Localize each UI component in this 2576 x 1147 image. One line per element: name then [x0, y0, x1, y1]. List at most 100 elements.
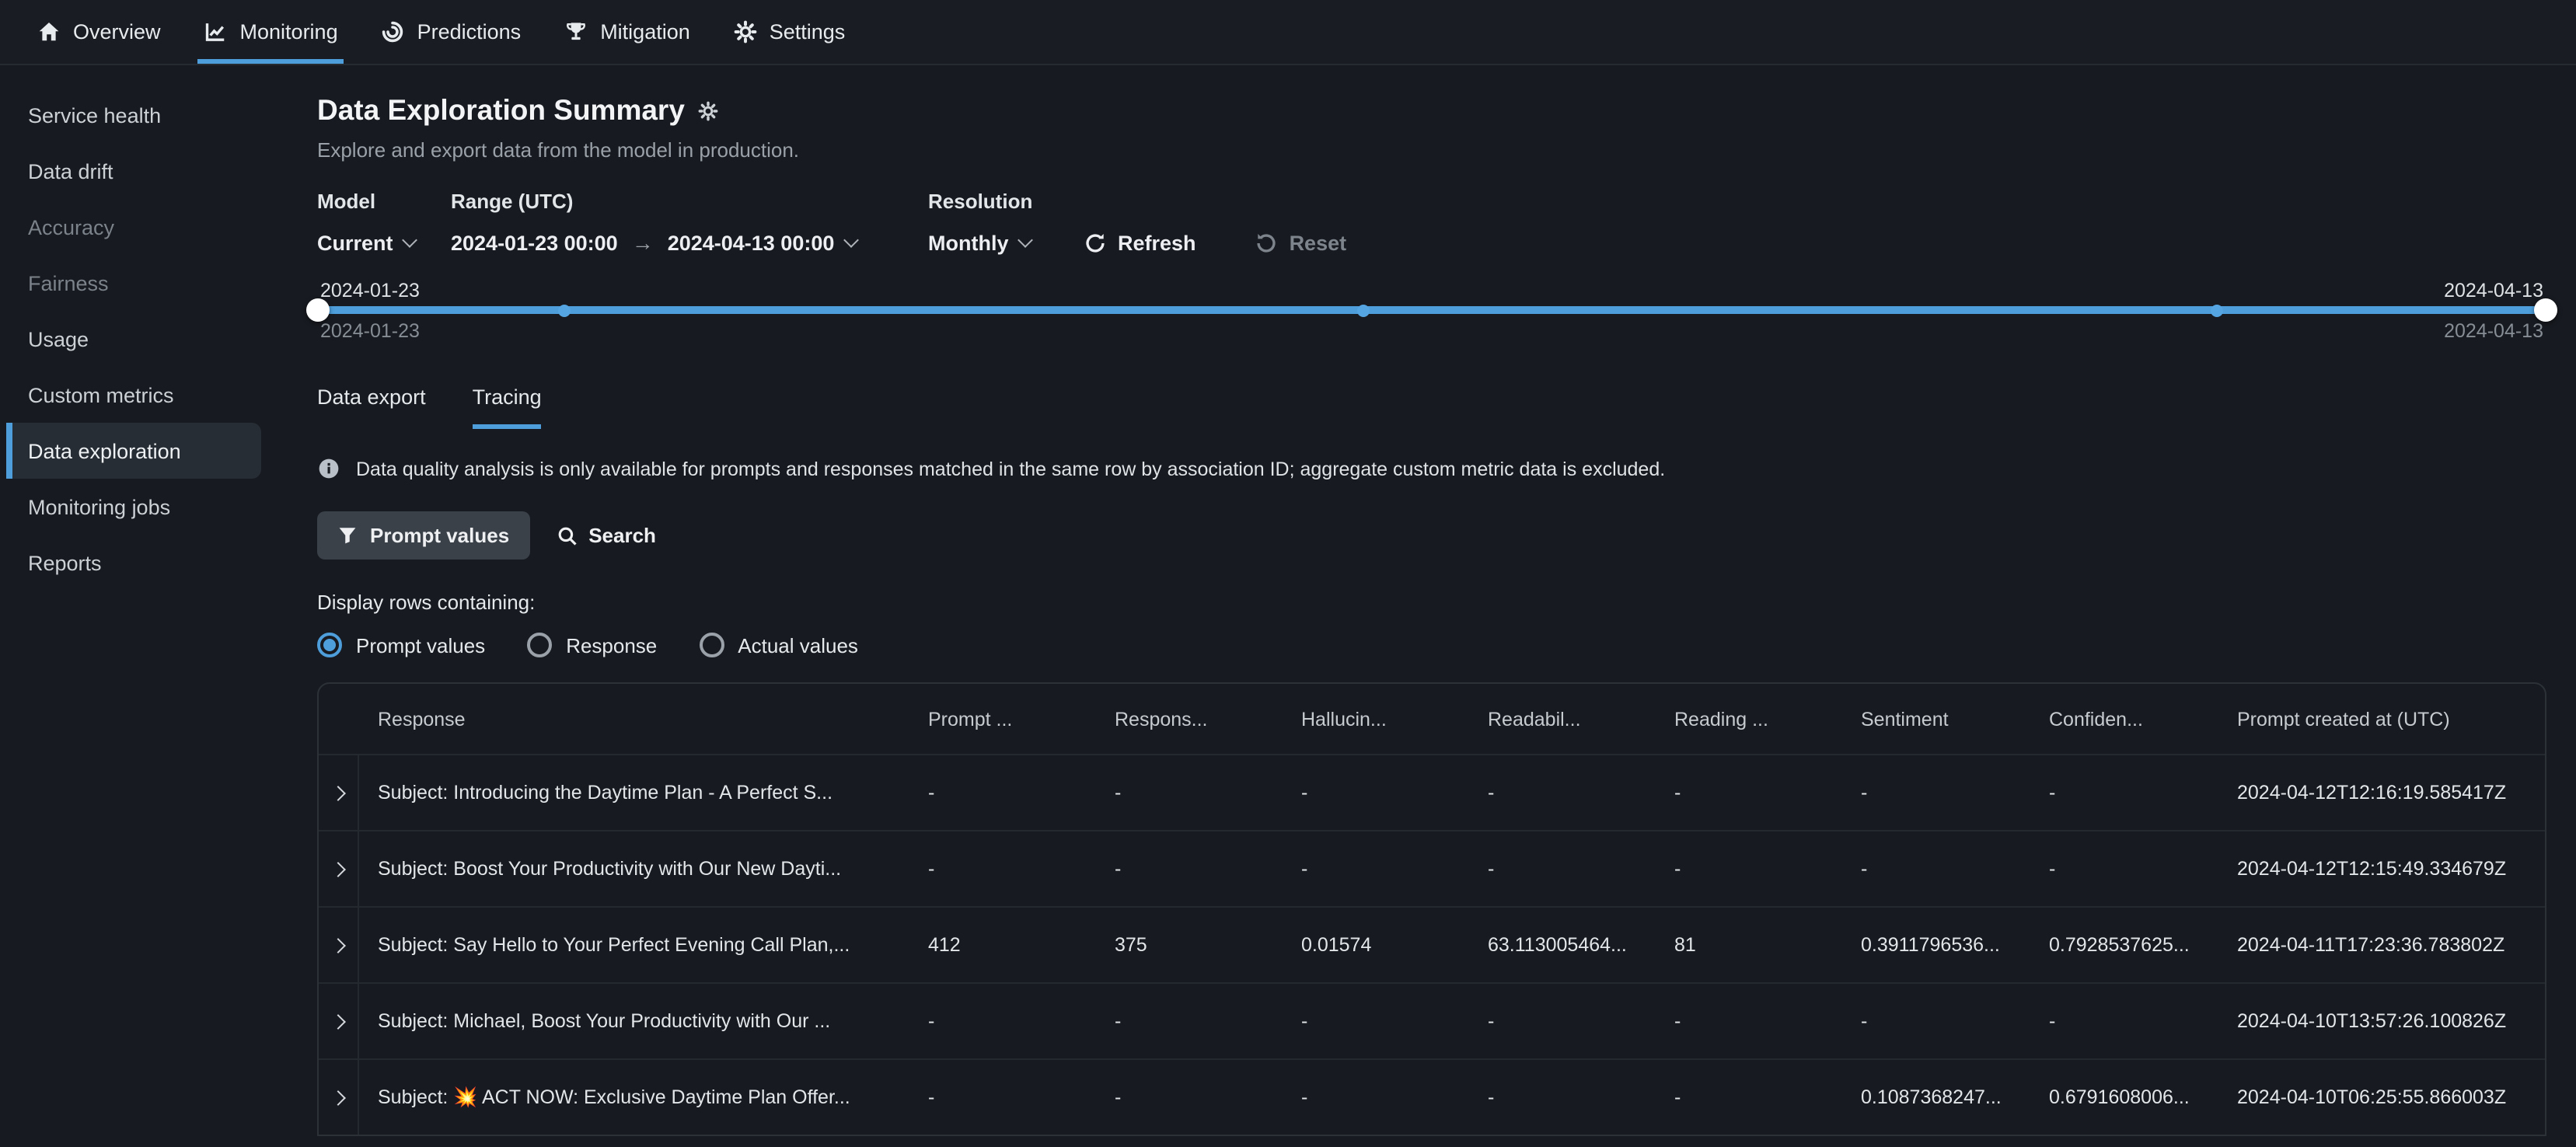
page-title: Data Exploration Summary — [317, 93, 685, 127]
column-header-response: Response — [359, 708, 909, 730]
prompt-values-filter-button[interactable]: Prompt values — [317, 511, 529, 560]
cell-sentiment: 0.3911796536... — [1842, 934, 2030, 956]
table-header-row: Response Prompt ... Respons... Hallucin.… — [319, 684, 2545, 754]
cell-hallucination: - — [1283, 1010, 1469, 1032]
sidebar-item-usage[interactable]: Usage — [0, 311, 305, 367]
sidebar-item-service-health[interactable]: Service health — [0, 87, 305, 143]
sidebar-item-label: Reports — [28, 551, 102, 574]
sidebar-item-custom-metrics[interactable]: Custom metrics — [0, 367, 305, 423]
sidebar-item-data-drift[interactable]: Data drift — [0, 143, 305, 199]
cell-response-tokens: - — [1096, 1086, 1283, 1108]
sidebar-item-data-exploration[interactable]: Data exploration — [6, 423, 261, 479]
sidebar-item-label: Custom metrics — [28, 383, 174, 406]
sidebar-item-label: Accuracy — [28, 215, 114, 239]
resolution-dropdown[interactable]: Monthly — [928, 227, 1077, 258]
arrow-right-icon: → — [629, 230, 657, 255]
nav-tab-overview[interactable]: Overview — [16, 0, 183, 64]
row-expander[interactable] — [319, 908, 359, 982]
sidebar-item-monitoring-jobs[interactable]: Monitoring jobs — [0, 479, 305, 535]
search-button-label: Search — [588, 524, 656, 547]
cell-confidence: 0.7928537625... — [2030, 934, 2218, 956]
cell-readability: - — [1469, 782, 1656, 804]
column-header-response-tokens: Respons... — [1096, 708, 1283, 730]
radio-actual-values[interactable]: Actual values — [699, 633, 858, 657]
cell-response-tokens: 375 — [1096, 934, 1283, 956]
main-content: Data Exploration Summary Explore and exp… — [305, 65, 2576, 1145]
sidebar-item-reports[interactable]: Reports — [0, 535, 305, 591]
reset-button[interactable]: Reset — [1255, 227, 1347, 258]
nav-tab-label: Mitigation — [600, 20, 690, 44]
column-header-confidence: Confiden... — [2030, 708, 2218, 730]
tab-data-export[interactable]: Data export — [317, 385, 426, 429]
cell-created-at: 2024-04-12T12:16:19.585417Z — [2218, 782, 2545, 804]
tab-bar: Data export Tracing — [317, 385, 2546, 429]
cell-prompt: - — [909, 1010, 1096, 1032]
page-subtitle: Explore and export data from the model i… — [317, 138, 2546, 162]
range-dropdown[interactable]: 2024-01-23 00:00 → 2024-04-13 00:00 — [451, 227, 928, 258]
cell-reading: - — [1656, 1086, 1842, 1108]
column-header-hallucination: Hallucin... — [1283, 708, 1469, 730]
refresh-button[interactable]: Refresh — [1084, 227, 1196, 258]
table-row[interactable]: Subject: Michael, Boost Your Productivit… — [319, 982, 2545, 1058]
table-toolbar: Prompt values Search — [317, 511, 2546, 560]
model-dropdown[interactable]: Current — [317, 227, 451, 258]
table-row[interactable]: Subject: 💥 ACT NOW: Exclusive Daytime Pl… — [319, 1058, 2545, 1135]
column-header-prompt-created-at: Prompt created at (UTC) — [2218, 708, 2545, 730]
radio-icon — [527, 633, 552, 657]
cell-response: Subject: Boost Your Productivity with Ou… — [359, 858, 909, 880]
model-label: Model — [317, 190, 451, 213]
notice-text: Data quality analysis is only available … — [356, 458, 1665, 479]
cell-reading: - — [1656, 1010, 1842, 1032]
nav-tab-monitoring[interactable]: Monitoring — [183, 0, 360, 64]
range-start-value: 2024-01-23 00:00 — [451, 231, 618, 254]
info-icon — [317, 457, 340, 480]
table-row[interactable]: Subject: Introducing the Daytime Plan - … — [319, 754, 2545, 830]
row-expander[interactable] — [319, 1060, 359, 1135]
home-icon — [37, 20, 61, 44]
slider-end-label-bottom: 2024-04-13 — [2444, 320, 2543, 342]
cell-sentiment: 0.1087368247... — [1842, 1086, 2030, 1108]
nav-tab-predictions[interactable]: Predictions — [360, 0, 543, 64]
cell-response: Subject: Michael, Boost Your Productivit… — [359, 1010, 909, 1032]
filter-button-label: Prompt values — [370, 524, 509, 547]
table-row[interactable]: Subject: Boost Your Productivity with Ou… — [319, 830, 2545, 906]
range-label: Range (UTC) — [451, 190, 928, 213]
radio-label: Prompt values — [356, 633, 485, 657]
cell-response: Subject: Say Hello to Your Perfect Eveni… — [359, 934, 909, 956]
chart-line-icon — [204, 20, 228, 44]
column-header-reading: Reading ... — [1656, 708, 1842, 730]
radio-response[interactable]: Response — [527, 633, 657, 657]
slider-handle-start[interactable] — [306, 298, 330, 322]
expander-column-header — [319, 684, 359, 754]
table-row[interactable]: Subject: Say Hello to Your Perfect Eveni… — [319, 906, 2545, 982]
slider-handle-end[interactable] — [2534, 298, 2557, 322]
search-button[interactable]: Search — [556, 524, 656, 547]
nav-tab-mitigation[interactable]: Mitigation — [543, 0, 712, 64]
cell-sentiment: - — [1842, 1010, 2030, 1032]
resolution-label: Resolution — [928, 190, 1077, 213]
cell-reading: - — [1656, 782, 1842, 804]
refresh-label: Refresh — [1118, 231, 1196, 254]
column-header-readability: Readabil... — [1469, 708, 1656, 730]
sidebar-item-fairness[interactable]: Fairness — [0, 255, 305, 311]
date-range-slider: 2024-01-23 2024-04-13 2024-01-23 2024-04… — [317, 277, 2546, 351]
chevron-right-icon — [330, 785, 346, 800]
cell-response: Subject: 💥 ACT NOW: Exclusive Daytime Pl… — [359, 1086, 909, 1109]
tab-tracing[interactable]: Tracing — [473, 385, 542, 429]
refresh-icon — [1084, 231, 1107, 254]
chevron-right-icon — [330, 937, 346, 953]
title-gear-icon[interactable] — [699, 100, 719, 120]
info-notice: Data quality analysis is only available … — [317, 457, 2546, 480]
cell-response-tokens: - — [1096, 858, 1283, 880]
cell-prompt: - — [909, 858, 1096, 880]
slider-end-label-top: 2024-04-13 — [2444, 280, 2543, 302]
sidebar-item-accuracy[interactable]: Accuracy — [0, 199, 305, 255]
radio-prompt-values[interactable]: Prompt values — [317, 633, 485, 657]
row-expander[interactable] — [319, 984, 359, 1058]
cell-readability: - — [1469, 1086, 1656, 1108]
slider-start-label-bottom: 2024-01-23 — [320, 320, 420, 342]
nav-tab-settings[interactable]: Settings — [712, 0, 867, 64]
column-header-sentiment: Sentiment — [1842, 708, 2030, 730]
row-expander[interactable] — [319, 831, 359, 906]
row-expander[interactable] — [319, 755, 359, 830]
